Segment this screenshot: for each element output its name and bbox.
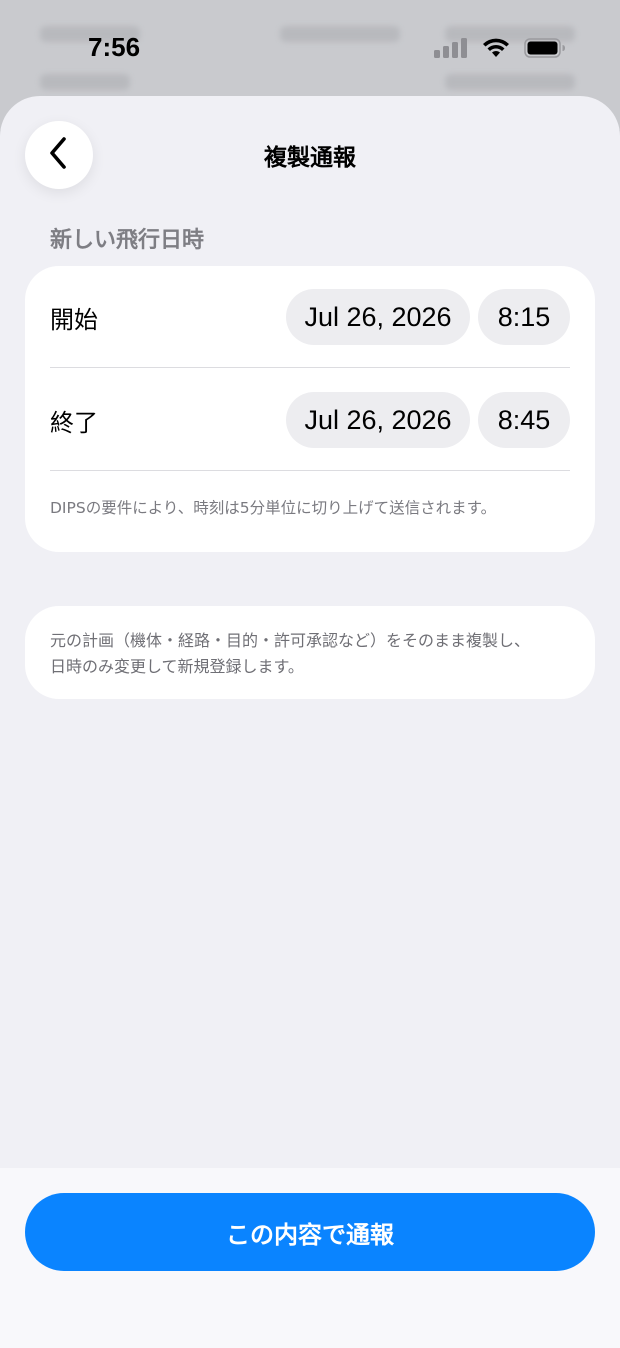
status-icons	[434, 38, 566, 62]
end-label: 終了	[50, 408, 98, 437]
start-pickers: Jul 26, 2026 8:15	[286, 289, 570, 345]
info-line-2: 日時のみ変更して新規登録します。	[50, 657, 304, 676]
start-row: 開始 Jul 26, 2026 8:15	[50, 266, 570, 368]
end-row: 終了 Jul 26, 2026 8:45	[50, 369, 570, 471]
cellular-signal-icon	[434, 38, 468, 62]
rounding-note: DIPSの要件により、時刻は5分単位に切り上げて送信されます。	[50, 499, 497, 517]
section-header: 新しい飛行日時	[50, 228, 205, 253]
divider	[50, 367, 570, 368]
battery-icon	[524, 38, 566, 62]
wifi-icon	[482, 38, 510, 62]
start-date-picker[interactable]: Jul 26, 2026	[286, 289, 470, 345]
end-time-picker[interactable]: 8:45	[478, 392, 570, 448]
start-time-picker[interactable]: 8:15	[478, 289, 570, 345]
status-time: 7:56	[88, 32, 141, 62]
end-pickers: Jul 26, 2026 8:45	[286, 392, 570, 448]
status-bar: 7:56	[0, 0, 620, 96]
info-text: 元の計画（機体・経路・目的・許可承認など）をそのまま複製し、 日時のみ変更して新…	[50, 628, 575, 680]
start-label: 開始	[50, 305, 98, 334]
submit-button[interactable]: この内容で通報	[25, 1193, 595, 1271]
info-card: 元の計画（機体・経路・目的・許可承認など）をそのまま複製し、 日時のみ変更して新…	[25, 606, 595, 699]
divider	[50, 470, 570, 471]
info-line-1: 元の計画（機体・経路・目的・許可承認など）をそのまま複製し、	[50, 631, 531, 650]
footer: この内容で通報	[0, 1168, 620, 1348]
modal-sheet: 複製通報 新しい飛行日時 開始 Jul 26, 2026 8:15 終了 Jul…	[0, 96, 620, 1348]
flight-datetime-card: 開始 Jul 26, 2026 8:15 終了 Jul 26, 2026 8:4…	[25, 266, 595, 552]
page-title: 複製通報	[264, 145, 356, 171]
end-date-picker[interactable]: Jul 26, 2026	[286, 392, 470, 448]
